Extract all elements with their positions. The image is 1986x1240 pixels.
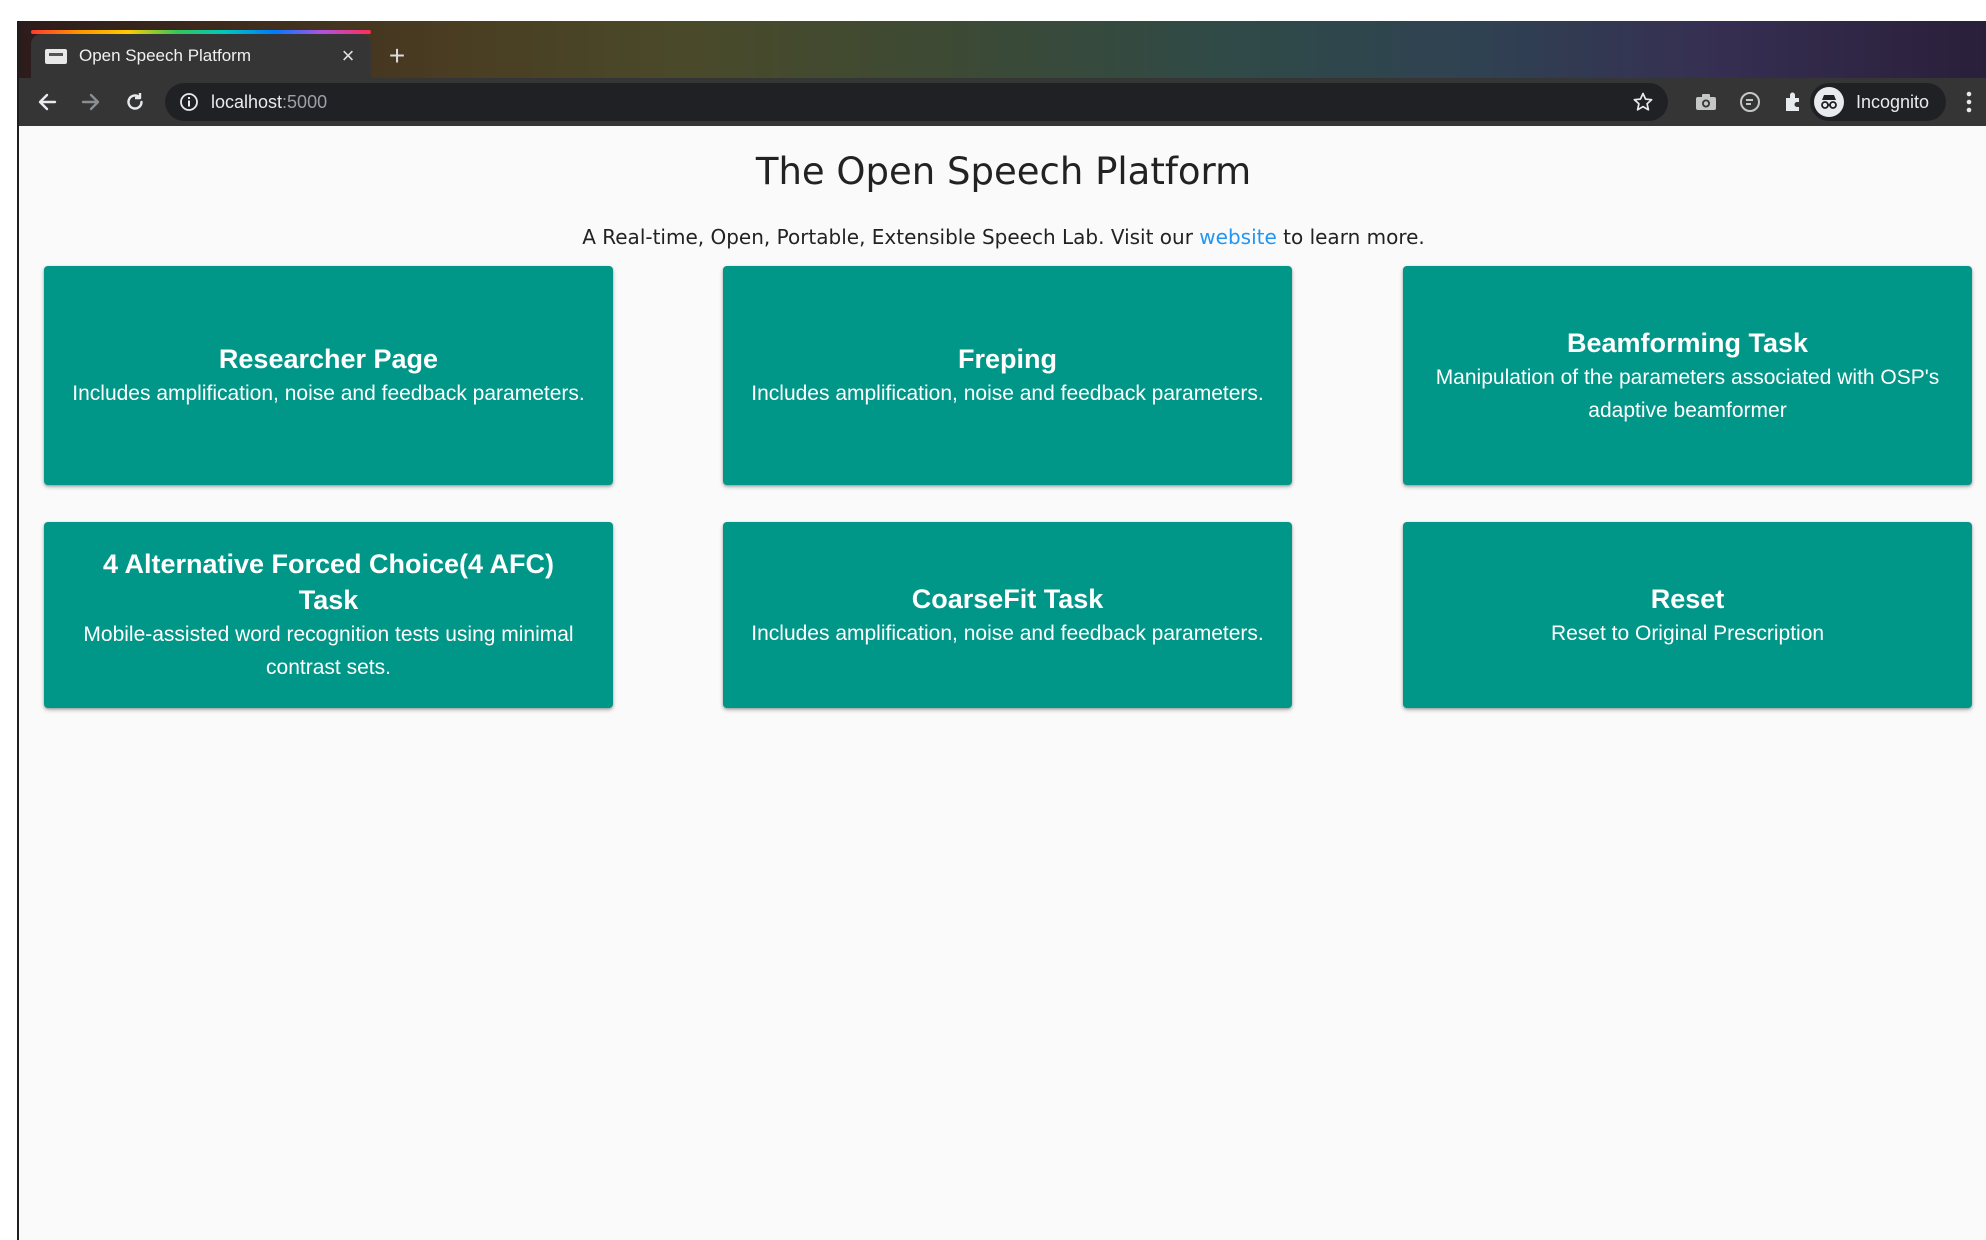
browser-window: Open Speech Platform × + localhost:5000 [17,21,1986,1240]
bookmark-star-icon[interactable] [1632,91,1654,113]
screen-top-margin [0,0,1986,21]
back-arrow-icon[interactable] [29,84,65,120]
forward-arrow-icon[interactable] [73,84,109,120]
card-title: 4 Alternative Forced Choice(4 AFC) Task [102,549,555,615]
page-title: The Open Speech Platform [755,150,1252,193]
url-port: :5000 [282,92,328,112]
card-reset[interactable]: Reset Reset to Original Prescription [1403,522,1972,708]
card-description: Reset to Original Prescription [1550,621,1825,645]
site-info-icon[interactable] [179,92,199,112]
page-favicon-icon [45,48,67,64]
card-title: Researcher Page [218,344,439,374]
address-bar[interactable]: localhost:5000 [165,83,1668,121]
url-host: localhost [211,92,283,112]
reload-icon[interactable] [117,84,153,120]
profile-label: Incognito [1856,91,1930,112]
subtitle-text-before: A Real-time, Open, Portable, Extensible … [582,225,1200,249]
subtitle-text-after: to learn more. [1276,225,1425,249]
card-researcher-page[interactable]: Researcher Page Includes amplification, … [44,266,613,485]
browser-toolbar: localhost:5000 Incognito [19,78,1986,126]
tab-open-speech-platform[interactable]: Open Speech Platform × [31,34,371,78]
card-title: Freping [958,344,1057,374]
tab-title: Open Speech Platform [79,46,251,65]
incognito-icon [1814,87,1844,117]
grammar-extension-icon[interactable] [1737,89,1763,115]
card-title: Beamforming Task [1566,327,1809,358]
card-description: Includes amplification, noise and feedba… [72,382,585,405]
card-freping[interactable]: Freping Includes amplification, noise an… [723,266,1292,485]
card-description: Mobile-assisted word recognition tests u… [83,623,574,679]
browser-menu-icon[interactable] [1958,88,1980,116]
card-title: CoarseFit Task [911,583,1104,614]
page-subtitle: A Real-time, Open, Portable, Extensible … [19,225,1986,249]
extensions-puzzle-icon[interactable] [1781,89,1807,115]
new-tab-icon[interactable]: + [379,38,415,74]
camera-icon[interactable] [1693,89,1719,115]
card-title: Reset [1650,583,1725,614]
card-description: Manipulation of the parameters associate… [1435,365,1940,422]
card-beamforming-task[interactable]: Beamforming Task Manipulation of the par… [1403,266,1972,485]
tab-strip: Open Speech Platform × + [19,21,1986,78]
url-text: localhost:5000 [211,83,327,121]
card-description: Includes amplification, noise and feedba… [751,621,1264,645]
card-coarsefit-task[interactable]: CoarseFit Task Includes amplification, n… [723,522,1292,708]
incognito-profile-button[interactable]: Incognito [1810,83,1946,121]
page-content: The Open Speech Platform A Real-time, Op… [19,126,1986,1240]
card-description: Includes amplification, noise and feedba… [751,382,1264,405]
website-link[interactable]: website [1199,225,1276,249]
close-tab-icon[interactable]: × [337,45,359,67]
card-4afc-task[interactable]: 4 Alternative Forced Choice(4 AFC) Task … [44,522,613,708]
